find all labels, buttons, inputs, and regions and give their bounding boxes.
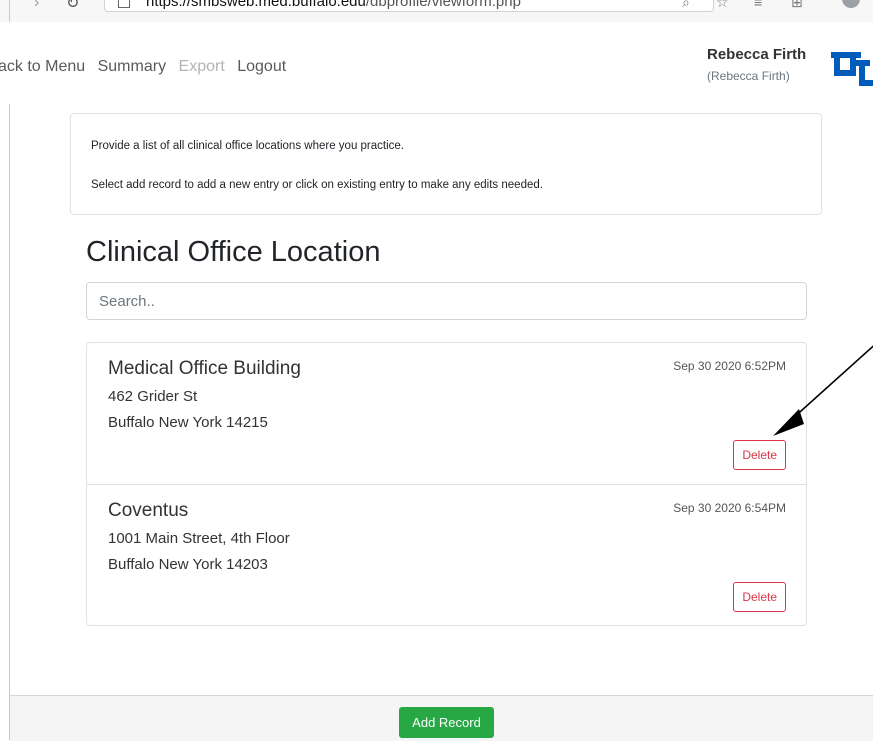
delete-button[interactable]: Delete [733, 440, 786, 470]
url-host: https://smbsweb.med.buffalo.edu [146, 0, 366, 10]
page-icon [118, 0, 130, 8]
summary-link[interactable]: Summary [98, 58, 166, 75]
address-url[interactable]: https://smbsweb.med.buffalo.edu/dbprofil… [146, 0, 521, 10]
instruction-line-1: Provide a list of all clinical office lo… [91, 140, 404, 152]
page-title: Clinical Office Location [86, 236, 381, 268]
star-icon[interactable]: ☆ [716, 0, 729, 11]
records-list: Medical Office Building 462 Grider St Bu… [86, 342, 807, 626]
record-city: Buffalo New York 14203 [108, 556, 268, 573]
footer-bar: Add Record [10, 695, 873, 741]
record-timestamp: Sep 30 2020 6:52PM [673, 359, 786, 373]
user-name: Rebecca Firth [707, 46, 807, 63]
logout-link[interactable]: Logout [237, 58, 286, 75]
user-subtitle: (Rebecca Firth) [707, 69, 790, 83]
add-record-button[interactable]: Add Record [399, 707, 494, 738]
nav-links: ack to Menu Summary Export Logout [0, 58, 294, 76]
record-timestamp: Sep 30 2020 6:54PM [673, 501, 786, 515]
instruction-line-2: Select add record to add a new entry or … [91, 179, 543, 191]
search-zoom-icon[interactable]: ⌕ [682, 0, 690, 11]
list-item[interactable]: Medical Office Building 462 Grider St Bu… [87, 343, 806, 484]
record-name: Coventus [108, 500, 189, 521]
url-path: /dbprofile/viewform.php [365, 0, 521, 10]
favorites-icon[interactable]: ≡ [754, 0, 762, 10]
ub-logo-icon [831, 52, 873, 86]
record-street: 1001 Main Street, 4th Floor [108, 530, 290, 547]
browser-toolbar: › ↻ https://smbsweb.med.buffalo.edu/dbpr… [0, 0, 873, 22]
record-street: 462 Grider St [108, 388, 198, 405]
instructions-card: Provide a list of all clinical office lo… [70, 113, 822, 215]
list-item[interactable]: Coventus 1001 Main Street, 4th Floor Buf… [87, 484, 806, 626]
collections-icon[interactable]: ⊞ [791, 0, 803, 11]
reload-icon[interactable]: ↻ [66, 0, 79, 13]
export-link[interactable]: Export [179, 58, 225, 75]
profile-avatar-icon[interactable] [842, 0, 860, 8]
delete-button[interactable]: Delete [733, 582, 786, 612]
search-input[interactable] [86, 282, 807, 320]
back-to-menu-link[interactable]: ack to Menu [0, 58, 85, 75]
record-name: Medical Office Building [108, 358, 301, 379]
window-left-border [9, 0, 10, 740]
top-nav: ack to Menu Summary Export Logout Rebecc… [0, 22, 873, 104]
back-icon[interactable]: › [34, 0, 39, 12]
record-city: Buffalo New York 14215 [108, 414, 268, 431]
